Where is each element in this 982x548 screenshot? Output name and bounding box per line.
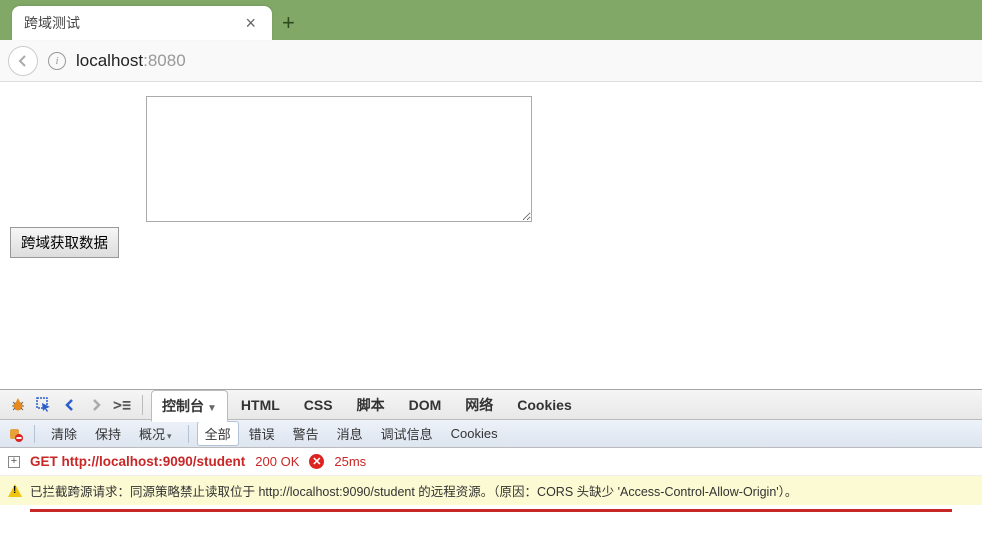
tab-title: 跨域测试 xyxy=(24,13,241,33)
error-underline xyxy=(30,509,952,512)
subtab-all[interactable]: 全部 xyxy=(197,421,239,446)
address-bar: i localhost:8080 xyxy=(0,40,982,82)
console-warning-row: 已拦截跨源请求：同源策略禁止读取位于 http://localhost:9090… xyxy=(0,476,982,505)
browser-tab[interactable]: 跨域测试 × xyxy=(12,6,272,40)
fetch-cors-button[interactable]: 跨域获取数据 xyxy=(10,227,119,258)
url-display[interactable]: localhost:8080 xyxy=(76,51,186,71)
tab-css[interactable]: CSS xyxy=(293,391,344,419)
tab-cookies[interactable]: Cookies xyxy=(506,391,582,419)
request-time: 25ms xyxy=(334,454,366,469)
tab-dom[interactable]: DOM xyxy=(398,391,453,419)
subtab-profile[interactable]: 概况▾ xyxy=(131,421,180,446)
arrow-left-icon xyxy=(16,54,30,68)
url-host: localhost xyxy=(76,51,143,70)
back-button[interactable] xyxy=(8,46,38,76)
subtab-info[interactable]: 消息 xyxy=(329,421,371,446)
warning-icon xyxy=(8,484,22,497)
error-badge-icon: ✕ xyxy=(309,454,324,469)
subtab-debug[interactable]: 调试信息 xyxy=(373,421,441,446)
inspect-icon[interactable] xyxy=(32,393,56,417)
url-port: :8080 xyxy=(143,51,186,70)
subtab-warnings[interactable]: 警告 xyxy=(285,421,327,446)
result-textarea[interactable] xyxy=(146,96,532,222)
expand-icon[interactable]: + xyxy=(8,456,20,468)
break-on-error-icon[interactable] xyxy=(6,424,26,444)
tab-html[interactable]: HTML xyxy=(230,391,291,419)
history-back-icon[interactable] xyxy=(58,393,82,417)
sub-separator xyxy=(34,425,35,443)
command-line-icon[interactable]: >≡ xyxy=(110,393,134,417)
tab-script[interactable]: 脚本 xyxy=(346,389,396,421)
sub-separator xyxy=(188,425,189,443)
firebug-icon[interactable] xyxy=(6,393,30,417)
subtab-clear[interactable]: 清除 xyxy=(43,421,85,446)
chevron-down-icon: ▾ xyxy=(167,431,172,441)
request-status: 200 OK xyxy=(255,454,299,469)
subtab-profile-label: 概况 xyxy=(139,427,165,442)
chevron-down-icon: ▼ xyxy=(207,403,217,414)
new-tab-button[interactable]: + xyxy=(282,10,295,36)
page-body: 跨域获取数据 xyxy=(0,82,982,362)
devtools-panel: >≡ 控制台▼ HTML CSS 脚本 DOM 网络 Cookies 清除 保持… xyxy=(0,389,982,548)
history-forward-icon[interactable] xyxy=(84,393,108,417)
tab-strip: 跨域测试 × + xyxy=(0,0,982,40)
tab-console[interactable]: 控制台▼ xyxy=(151,390,228,422)
console-output: + GET http://localhost:9090/student 200 … xyxy=(0,448,982,548)
subtab-cookies[interactable]: Cookies xyxy=(443,423,506,444)
subtab-errors[interactable]: 错误 xyxy=(241,421,283,446)
devtools-toolbar: >≡ 控制台▼ HTML CSS 脚本 DOM 网络 Cookies xyxy=(0,390,982,420)
request-url: GET http://localhost:9090/student xyxy=(30,454,245,469)
site-info-icon[interactable]: i xyxy=(48,52,66,70)
close-tab-icon[interactable]: × xyxy=(241,13,260,34)
tab-console-label: 控制台 xyxy=(162,398,204,414)
warning-message: 已拦截跨源请求：同源策略禁止读取位于 http://localhost:9090… xyxy=(30,481,797,500)
toolbar-separator xyxy=(142,395,143,415)
devtools-subtoolbar: 清除 保持 概况▾ 全部 错误 警告 消息 调试信息 Cookies xyxy=(0,420,982,448)
tab-network[interactable]: 网络 xyxy=(454,389,504,421)
network-request-row[interactable]: + GET http://localhost:9090/student 200 … xyxy=(0,448,982,476)
subtab-persist[interactable]: 保持 xyxy=(87,421,129,446)
